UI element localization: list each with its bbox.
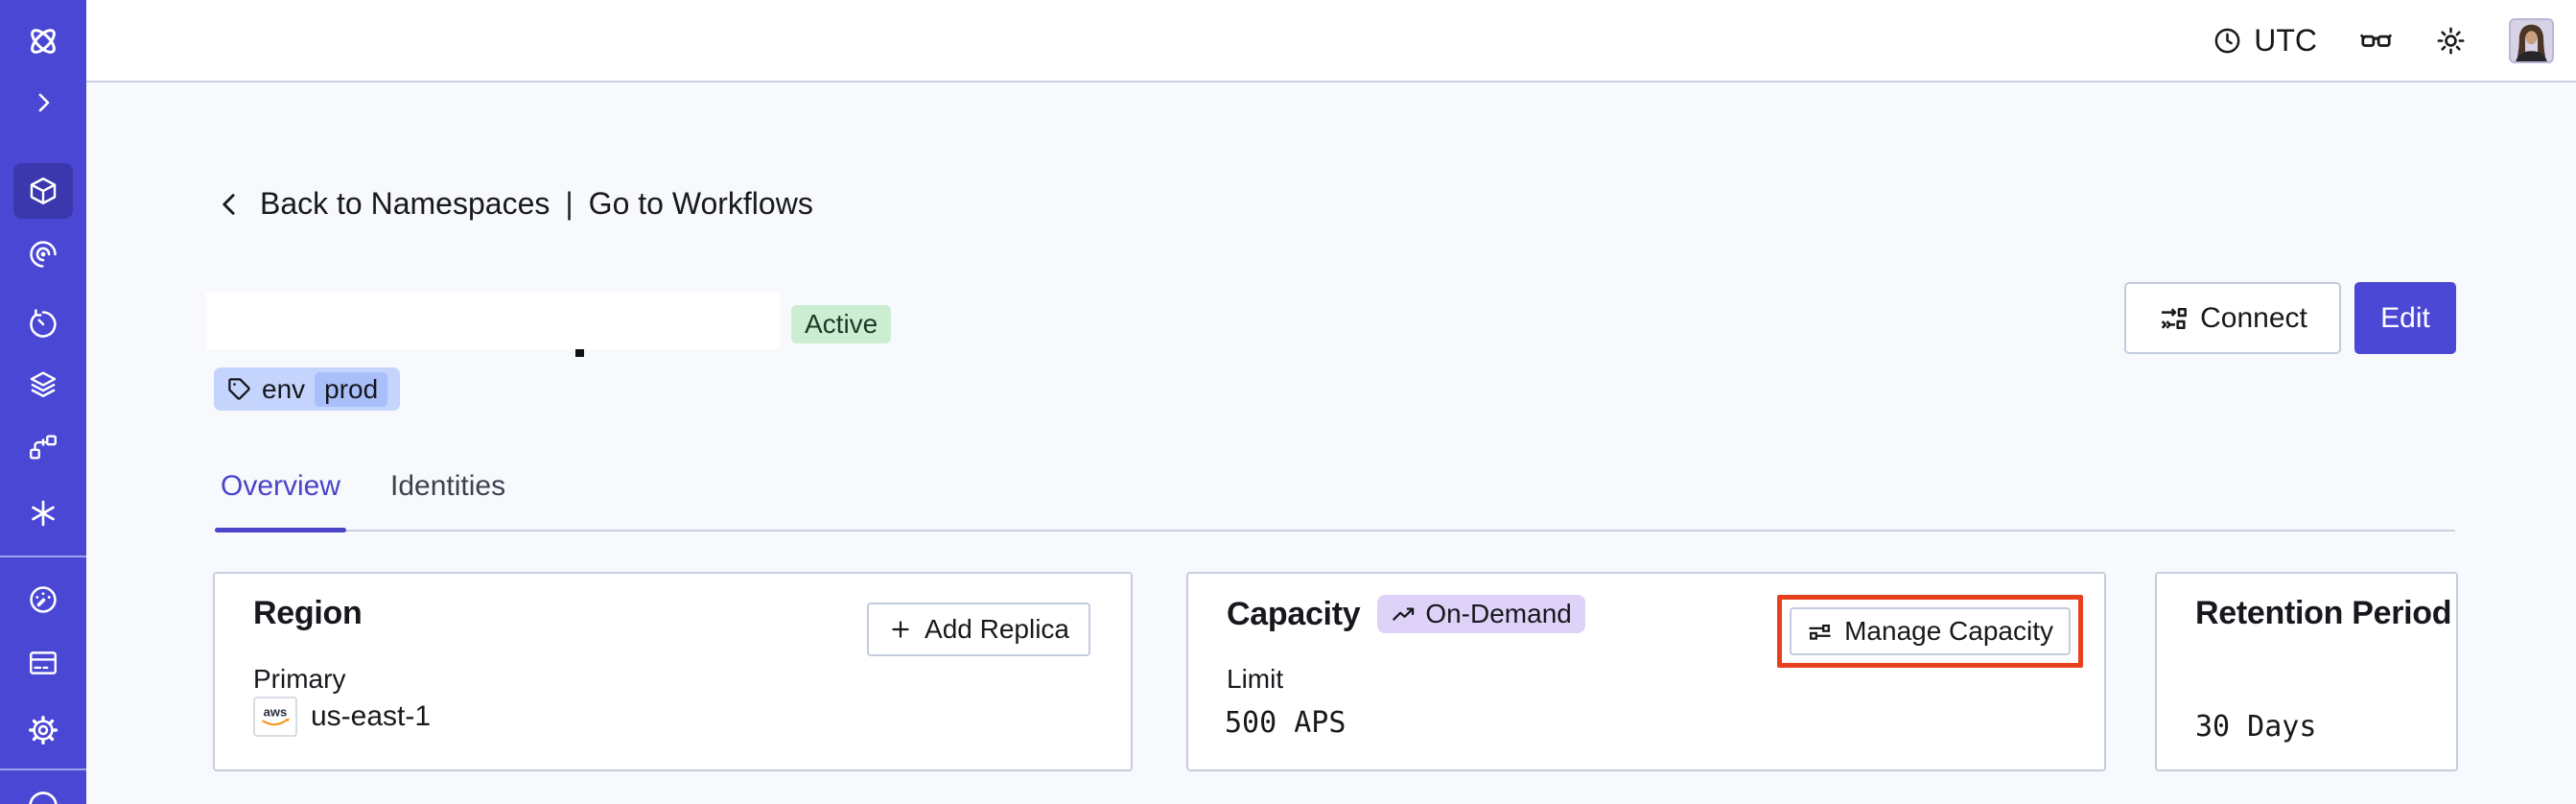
tab-bar: Overview Identities bbox=[215, 466, 2455, 532]
status-badge: Active bbox=[791, 305, 892, 343]
connect-button[interactable]: Connect bbox=[2124, 282, 2341, 354]
spiral-icon bbox=[30, 241, 57, 268]
sidebar bbox=[0, 0, 86, 804]
theme-toggle-button[interactable] bbox=[2435, 25, 2467, 57]
breadcrumb-workflows-link[interactable]: Go to Workflows bbox=[589, 186, 813, 222]
topbar: UTC bbox=[86, 0, 2576, 83]
redacted-text-artifact bbox=[575, 349, 584, 357]
svg-text:aws: aws bbox=[264, 704, 288, 719]
timezone-label: UTC bbox=[2254, 22, 2317, 58]
asterisk-icon bbox=[32, 500, 55, 527]
tag-value: prod bbox=[315, 371, 388, 407]
credit-card-icon bbox=[30, 651, 57, 674]
retention-card: Retention Period 30 Days bbox=[2155, 572, 2458, 771]
tag-icon bbox=[228, 378, 250, 400]
capacity-card: Capacity On-Demand Manage Capacity Limit… bbox=[1186, 572, 2106, 771]
retention-card-title: Retention Period bbox=[2195, 595, 2452, 631]
app-screen: UTC Back to Namespaces | Go to Workflows… bbox=[0, 0, 2576, 804]
gauge-icon bbox=[30, 586, 57, 613]
region-value-row: aws us-east-1 bbox=[253, 697, 431, 737]
manage-capacity-label: Manage Capacity bbox=[1844, 616, 2053, 646]
add-replica-button[interactable]: Add Replica bbox=[867, 603, 1090, 656]
manage-capacity-button[interactable]: Manage Capacity bbox=[1790, 607, 2071, 655]
gear-icon bbox=[28, 715, 59, 745]
breadcrumb: Back to Namespaces | Go to Workflows bbox=[216, 186, 813, 222]
aws-provider-badge: aws bbox=[253, 697, 297, 737]
labs-glasses-button[interactable] bbox=[2359, 24, 2393, 58]
sidebar-divider bbox=[0, 769, 86, 770]
add-replica-label: Add Replica bbox=[925, 614, 1069, 644]
region-field-label: Primary bbox=[253, 664, 346, 694]
user-avatar[interactable] bbox=[2509, 17, 2554, 63]
sidebar-item-active[interactable] bbox=[13, 163, 73, 219]
sidebar-item-asterisk[interactable] bbox=[0, 497, 86, 530]
trending-up-icon bbox=[1393, 607, 1415, 621]
namespace-name-redacted bbox=[206, 293, 780, 349]
glasses-icon bbox=[2360, 34, 2392, 47]
tab-identities[interactable]: Identities bbox=[385, 466, 511, 530]
tag-key: env bbox=[262, 373, 306, 404]
sidebar-item-billing[interactable] bbox=[0, 647, 86, 679]
expand-sidebar-chevron-icon[interactable] bbox=[0, 88, 86, 117]
sidebar-item-usage[interactable] bbox=[0, 583, 86, 616]
chevron-left-icon[interactable] bbox=[216, 190, 245, 219]
cube-icon bbox=[30, 177, 57, 204]
on-demand-badge: On-Demand bbox=[1377, 595, 1585, 633]
region-card-title: Region bbox=[253, 595, 363, 631]
edit-button[interactable]: Edit bbox=[2354, 282, 2456, 354]
annotation-highlight-box: Manage Capacity bbox=[1777, 595, 2083, 668]
workflow-nodes-icon bbox=[30, 435, 57, 460]
timezone-selector[interactable]: UTC bbox=[2213, 23, 2317, 59]
sidebar-item-support[interactable] bbox=[0, 789, 86, 804]
sidebar-item-spiral[interactable] bbox=[0, 238, 86, 271]
sidebar-item-layers[interactable] bbox=[0, 367, 86, 400]
capacity-field-label: Limit bbox=[1227, 664, 1284, 694]
namespace-detail-page: Back to Namespaces | Go to Workflows Act… bbox=[86, 83, 2576, 804]
namespace-tag-chip[interactable]: env prod bbox=[214, 367, 401, 411]
clock-arrow-icon bbox=[30, 309, 57, 338]
on-demand-label: On-Demand bbox=[1425, 599, 1572, 628]
temporal-logo[interactable] bbox=[0, 23, 86, 59]
sidebar-divider bbox=[0, 556, 86, 557]
aws-logo: aws bbox=[262, 704, 290, 725]
capacity-card-title: Capacity bbox=[1227, 595, 1361, 632]
edit-button-label: Edit bbox=[2380, 301, 2430, 334]
retention-value: 30 Days bbox=[2195, 710, 2317, 744]
sidebar-item-history[interactable] bbox=[0, 308, 86, 341]
plus-icon bbox=[892, 621, 909, 638]
connect-icon bbox=[2161, 307, 2188, 329]
breadcrumb-separator: | bbox=[565, 186, 574, 221]
sidebar-item-workflow[interactable] bbox=[0, 431, 86, 463]
clock-icon bbox=[2214, 28, 2240, 53]
region-value: us-east-1 bbox=[311, 700, 432, 732]
sliders-icon bbox=[1809, 624, 1831, 640]
layers-icon bbox=[30, 371, 57, 397]
connect-button-label: Connect bbox=[2200, 301, 2307, 334]
capacity-value: 500 APS bbox=[1225, 706, 1347, 740]
region-card: Region Add Replica Primary aws us-east-1 bbox=[213, 572, 1133, 771]
avatar-image bbox=[2511, 19, 2552, 61]
capacity-title-row: Capacity On-Demand bbox=[1227, 595, 1585, 633]
tab-overview[interactable]: Overview bbox=[215, 466, 347, 532]
breadcrumb-back-link[interactable]: Back to Namespaces bbox=[260, 186, 550, 222]
circle-icon bbox=[29, 792, 58, 804]
sidebar-item-settings[interactable] bbox=[0, 714, 86, 746]
sun-icon bbox=[2437, 27, 2465, 54]
